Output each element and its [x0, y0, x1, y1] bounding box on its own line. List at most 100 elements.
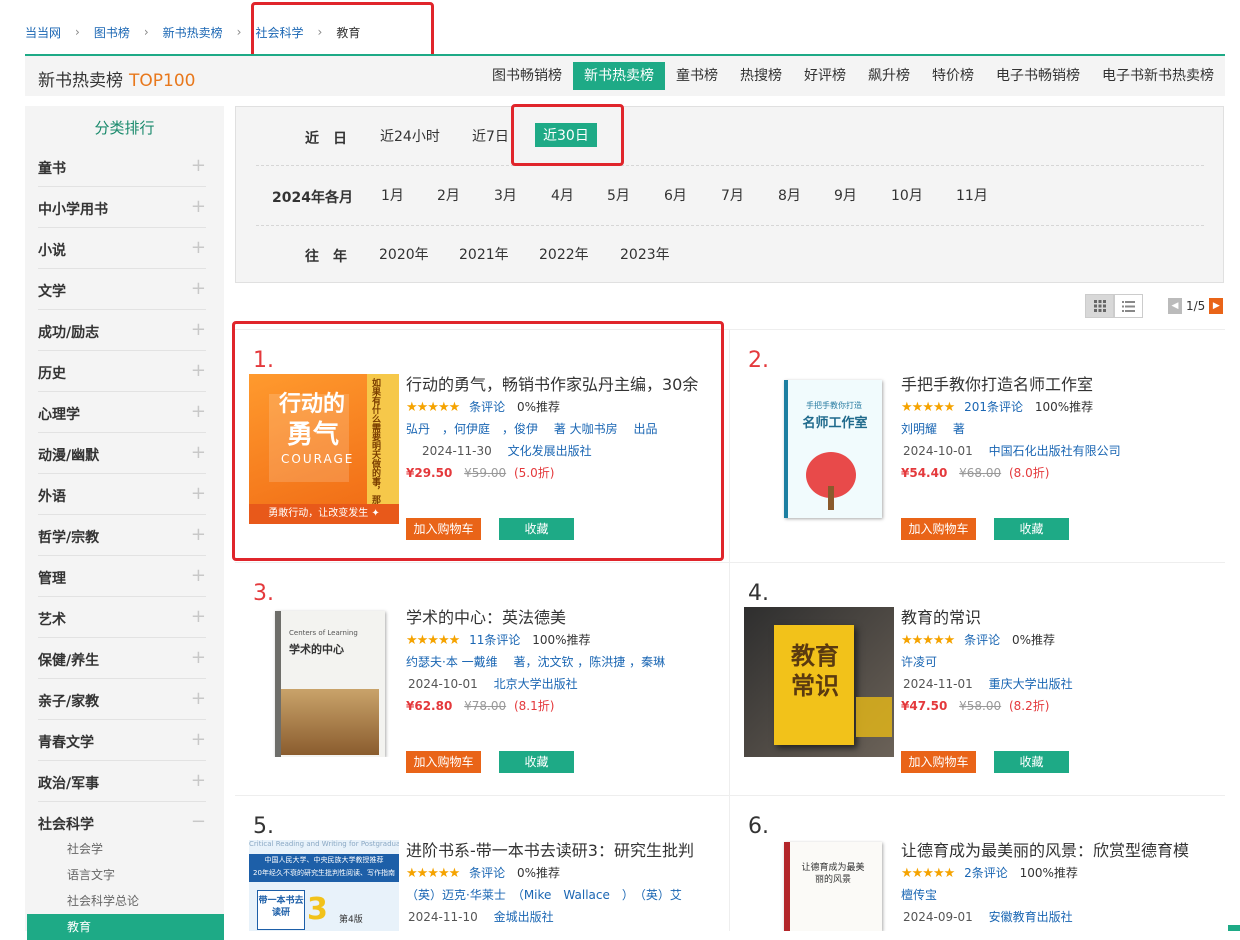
- plus-icon[interactable]: +: [191, 770, 206, 791]
- sidebar-item-social-science[interactable]: 社会科学 −: [38, 802, 206, 836]
- tab-ebook-bestseller[interactable]: 电子书畅销榜: [985, 62, 1091, 90]
- filter-month-10[interactable]: 10月: [891, 185, 923, 205]
- book-cover-1[interactable]: 行动的 勇气 COURAGE 如果有什么需要明天做的事，那就从现在开始吧 勇敢行…: [249, 374, 399, 524]
- sidebar-sub-linguistics[interactable]: 语言文字: [25, 862, 224, 888]
- book-authors[interactable]: 约瑟夫·本 一戴维 著，沈文钦 ，陈洪捷 ，秦琳: [406, 651, 706, 673]
- book-title[interactable]: 学术的中心：英法德美: [406, 607, 706, 629]
- filter-7d[interactable]: 近7日: [472, 126, 509, 146]
- book-title[interactable]: 手把手教你打造名师工作室: [901, 374, 1201, 396]
- book-title[interactable]: 进阶书系-带一本书去读研3：研究生批判: [406, 840, 706, 862]
- tab-new-books[interactable]: 新书热卖榜: [573, 62, 665, 90]
- book-authors[interactable]: 许凌可: [901, 651, 1201, 673]
- plus-icon[interactable]: +: [191, 524, 206, 545]
- filter-month-7[interactable]: 7月: [721, 185, 744, 205]
- filter-30d[interactable]: 近30日: [535, 123, 597, 147]
- plus-icon[interactable]: +: [191, 319, 206, 340]
- add-to-cart-button[interactable]: 加入购物车: [901, 751, 976, 773]
- breadcrumb-new-books[interactable]: 新书热卖榜: [163, 24, 223, 41]
- sidebar-item-youth[interactable]: 青春文学 +: [38, 720, 206, 761]
- book-authors[interactable]: 刘明耀 著: [901, 418, 1201, 440]
- book-authors[interactable]: （英）迈克·华莱士 （Mike Wallace ） （英）艾: [406, 884, 706, 906]
- tab-children[interactable]: 童书榜: [665, 62, 729, 90]
- plus-icon[interactable]: +: [191, 196, 206, 217]
- plus-icon[interactable]: +: [191, 401, 206, 422]
- filter-month-11[interactable]: 11月: [956, 185, 988, 205]
- filter-year-2022[interactable]: 2022年: [539, 244, 589, 264]
- favorite-button[interactable]: 收藏: [499, 751, 574, 773]
- minus-icon[interactable]: −: [191, 811, 206, 832]
- sidebar-item-management[interactable]: 管理 +: [38, 556, 206, 597]
- plus-icon[interactable]: +: [191, 688, 206, 709]
- review-count-link[interactable]: 条评论: [469, 400, 505, 414]
- sidebar-item-parenting[interactable]: 亲子/家教 +: [38, 679, 206, 720]
- plus-icon[interactable]: +: [191, 155, 206, 176]
- book-cover-5[interactable]: Critical Reading and Writing for Postgra…: [249, 840, 399, 931]
- filter-month-1[interactable]: 1月: [381, 185, 404, 205]
- filter-24h[interactable]: 近24小时: [380, 126, 440, 146]
- plus-icon[interactable]: +: [191, 565, 206, 586]
- filter-month-3[interactable]: 3月: [494, 185, 517, 205]
- filter-month-8[interactable]: 8月: [778, 185, 801, 205]
- publisher-link[interactable]: 北京大学出版社: [494, 677, 578, 691]
- plus-icon[interactable]: +: [191, 729, 206, 750]
- plus-icon[interactable]: +: [191, 483, 206, 504]
- plus-icon[interactable]: +: [191, 647, 206, 668]
- filter-year-2020[interactable]: 2020年: [379, 244, 429, 264]
- sidebar-item-comics[interactable]: 动漫/幽默 +: [38, 433, 206, 474]
- sidebar-item-literature[interactable]: 文学 +: [38, 269, 206, 310]
- sidebar-item-languages[interactable]: 外语 +: [38, 474, 206, 515]
- breadcrumb-home[interactable]: 当当网: [25, 24, 61, 41]
- plus-icon[interactable]: +: [191, 237, 206, 258]
- sidebar-item-art[interactable]: 艺术 +: [38, 597, 206, 638]
- sidebar-item-school-books[interactable]: 中小学用书 +: [38, 187, 206, 228]
- book-authors[interactable]: 檀传宝: [901, 884, 1201, 906]
- review-count-link[interactable]: 条评论: [469, 866, 505, 880]
- filter-month-2[interactable]: 2月: [437, 185, 460, 205]
- sidebar-item-children[interactable]: 童书 +: [38, 146, 206, 187]
- review-count-link[interactable]: 2条评论: [964, 866, 1008, 880]
- favorite-button[interactable]: 收藏: [499, 518, 574, 540]
- add-to-cart-button[interactable]: 加入购物车: [406, 518, 481, 540]
- book-title[interactable]: 教育的常识: [901, 607, 1201, 629]
- book-cover-6[interactable]: 让德育成为最美丽的风景: [744, 840, 894, 931]
- book-cover-4[interactable]: 教育常识: [744, 607, 894, 757]
- book-authors[interactable]: 弘丹 ，何伊庭 ，俊伊 著 大咖书房 出品: [406, 418, 706, 440]
- tab-ebook-new[interactable]: 电子书新书热卖榜: [1091, 62, 1225, 90]
- sidebar-item-history[interactable]: 历史 +: [38, 351, 206, 392]
- book-title[interactable]: 行动的勇气，畅销书作家弘丹主编，30余: [406, 374, 706, 396]
- breadcrumb-books[interactable]: 图书榜: [94, 24, 130, 41]
- sidebar-item-psychology[interactable]: 心理学 +: [38, 392, 206, 433]
- review-count-link[interactable]: 201条评论: [964, 400, 1023, 414]
- sidebar-item-success[interactable]: 成功/励志 +: [38, 310, 206, 351]
- filter-month-5[interactable]: 5月: [607, 185, 630, 205]
- filter-year-2023[interactable]: 2023年: [620, 244, 670, 264]
- plus-icon[interactable]: +: [191, 606, 206, 627]
- filter-month-6[interactable]: 6月: [664, 185, 687, 205]
- sidebar-item-philosophy[interactable]: 哲学/宗教 +: [38, 515, 206, 556]
- sidebar-sub-education[interactable]: 教育: [27, 914, 224, 940]
- sidebar-item-novel[interactable]: 小说 +: [38, 228, 206, 269]
- tab-bestseller[interactable]: 图书畅销榜: [481, 62, 573, 90]
- sidebar-item-politics[interactable]: 政治/军事 +: [38, 761, 206, 802]
- review-count-link[interactable]: 条评论: [964, 633, 1000, 647]
- tab-hot-search[interactable]: 热搜榜: [729, 62, 793, 90]
- plus-icon[interactable]: +: [191, 442, 206, 463]
- book-title[interactable]: 让德育成为最美丽的风景：欣赏型德育模: [901, 840, 1201, 862]
- breadcrumb-social-science[interactable]: 社会科学: [255, 24, 303, 41]
- tab-rising[interactable]: 飙升榜: [857, 62, 921, 90]
- add-to-cart-button[interactable]: 加入购物车: [901, 518, 976, 540]
- publisher-link[interactable]: 安徽教育出版社: [989, 910, 1073, 924]
- plus-icon[interactable]: +: [191, 360, 206, 381]
- filter-month-9[interactable]: 9月: [834, 185, 857, 205]
- prev-page-icon[interactable]: ◀: [1168, 298, 1182, 314]
- publisher-link[interactable]: 重庆大学出版社: [989, 677, 1073, 691]
- grid-view-button[interactable]: [1085, 294, 1114, 318]
- filter-month-4[interactable]: 4月: [551, 185, 574, 205]
- book-cover-3[interactable]: Centers of Learning 学术的中心: [249, 607, 399, 757]
- filter-year-2021[interactable]: 2021年: [459, 244, 509, 264]
- review-count-link[interactable]: 11条评论: [469, 633, 520, 647]
- publisher-link[interactable]: 中国石化出版社有限公司: [989, 444, 1121, 458]
- sidebar-item-health[interactable]: 保健/养生 +: [38, 638, 206, 679]
- publisher-link[interactable]: 文化发展出版社: [508, 444, 592, 458]
- favorite-button[interactable]: 收藏: [994, 751, 1069, 773]
